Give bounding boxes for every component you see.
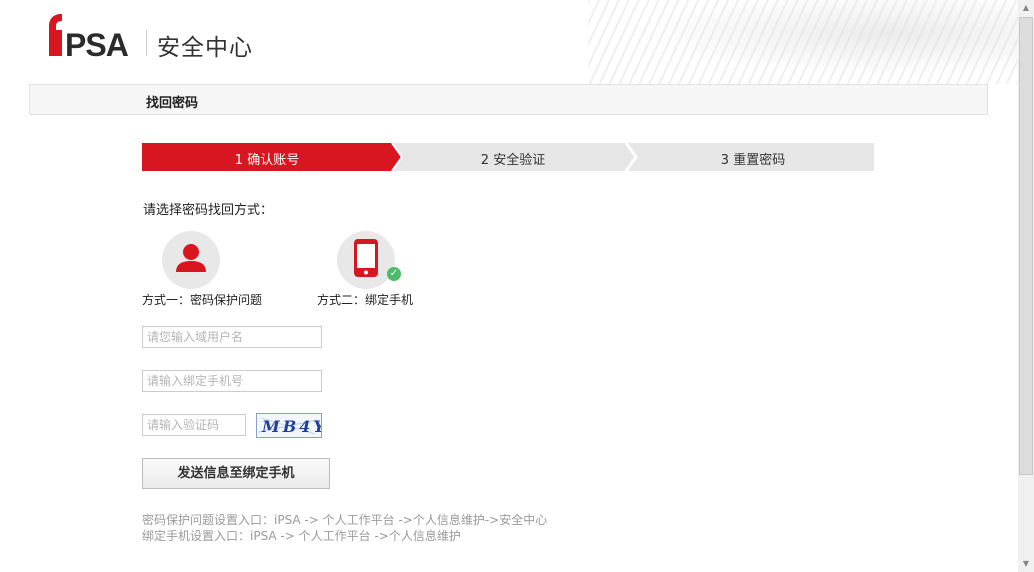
method-bound-phone[interactable]: ✓ 方式二：绑定手机 (317, 231, 437, 311)
captcha-text: MB4Y (261, 417, 321, 436)
ipsa-logo[interactable]: PSA (46, 12, 138, 60)
method-2-label: 方式二：绑定手机 (317, 293, 414, 307)
username-input[interactable] (142, 326, 322, 348)
page-title: 找回密码 (146, 96, 199, 111)
svg-text:PSA: PSA (65, 27, 129, 60)
method-security-question[interactable]: 方式一：密码保护问题 (142, 231, 282, 311)
step-1-label: 1 确认账号 (234, 153, 300, 168)
recovery-method-prompt: 请选择密码找回方式： (143, 203, 274, 218)
mobile-phone-icon (354, 239, 378, 277)
security-question-setup-note: 密码保护问题设置入口：iPSA -> 个人工作平台 ->个人信息维护->安全中心 (142, 513, 548, 527)
scroll-up-arrow-icon[interactable]: ▲ (1018, 0, 1034, 16)
check-icon: ✓ (387, 267, 401, 281)
scrollbar-thumb[interactable] (1019, 17, 1033, 475)
captcha-image[interactable]: MB4Y (256, 413, 322, 438)
send-to-phone-button[interactable]: 发送信息至绑定手机 (142, 458, 330, 489)
phone-setup-note: 绑定手机设置入口：iPSA -> 个人工作平台 ->个人信息维护 (142, 529, 461, 543)
header-decoration (588, 0, 1018, 84)
page-title-bar: 找回密码 (29, 84, 988, 115)
user-icon (176, 244, 206, 272)
mobile-icon-circle (337, 231, 395, 289)
phone-input[interactable] (142, 370, 322, 392)
step-progress: 1 确认账号 2 安全验证 3 重置密码 (142, 143, 874, 171)
step-3-label: 3 重置密码 (720, 153, 786, 168)
method-1-label: 方式一：密码保护问题 (142, 293, 263, 307)
page-header: PSA 安全中心 (0, 0, 1018, 84)
captcha-input[interactable] (142, 414, 246, 436)
step-2-label: 2 安全验证 (480, 153, 546, 168)
vertical-scrollbar[interactable]: ▲ ▼ (1018, 0, 1034, 572)
logo-divider (146, 30, 147, 56)
scroll-down-arrow-icon[interactable]: ▼ (1018, 556, 1034, 572)
user-icon-circle (162, 231, 220, 289)
section-title: 安全中心 (157, 35, 253, 61)
